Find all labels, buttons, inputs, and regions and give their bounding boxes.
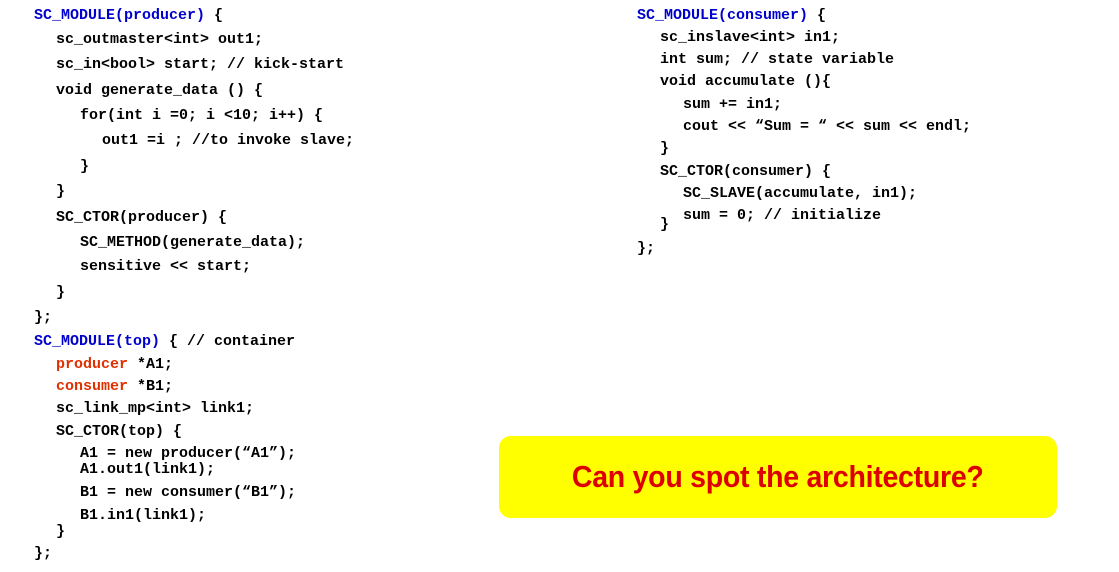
code-line: cout << “Sum = “ << sum << endl; (683, 118, 972, 135)
code-line: } (56, 183, 66, 200)
callout-text: Can you spot the architecture? (572, 459, 984, 494)
code-line: void generate_data () { (56, 82, 264, 99)
code-line: } (56, 284, 66, 301)
code-line: SC_METHOD(generate_data); (80, 234, 306, 251)
code-text: { (205, 7, 224, 24)
code-line: }; (34, 309, 53, 326)
code-line: } (56, 523, 66, 540)
code-line: producer *A1; (56, 356, 173, 374)
code-text: { (808, 7, 827, 24)
code-line: SC_MODULE(producer) { (34, 7, 223, 25)
code-line: SC_SLAVE(accumulate, in1); (683, 185, 918, 202)
code-line: SC_CTOR(consumer) { (660, 163, 832, 180)
code-line: B1 = new consumer(“B1”); (80, 484, 297, 501)
code-line: }; (34, 545, 53, 562)
code-line: } (660, 140, 670, 157)
instance-type: producer (56, 356, 129, 373)
code-line: sum += in1; (683, 96, 783, 113)
code-line: int sum; // state variable (660, 51, 895, 68)
code-text: *B1; (128, 378, 174, 395)
code-line: SC_MODULE(consumer) { (637, 7, 826, 25)
code-line: sc_inslave<int> in1; (660, 29, 841, 46)
code-line: B1.in1(link1); (80, 507, 207, 524)
code-line: sc_outmaster<int> out1; (56, 31, 264, 48)
module-keyword: SC_MODULE(top) (34, 333, 161, 350)
code-line: sc_link_mp<int> link1; (56, 400, 255, 417)
instance-type: consumer (56, 378, 129, 395)
code-line: sum = 0; // initialize (683, 207, 882, 224)
code-line: SC_CTOR(top) { (56, 423, 183, 440)
module-keyword: SC_MODULE(producer) (34, 7, 206, 24)
code-line: consumer *B1; (56, 378, 173, 396)
code-line: void accumulate (){ (660, 73, 832, 90)
code-line: } (660, 216, 670, 233)
code-line: A1.out1(link1); (80, 461, 216, 478)
code-line: for(int i =0; i <10; i++) { (80, 107, 324, 124)
code-line: sensitive << start; (80, 258, 252, 275)
module-keyword: SC_MODULE(consumer) (637, 7, 809, 24)
callout-box: Can you spot the architecture? (499, 436, 1057, 518)
code-line: }; (637, 240, 656, 257)
code-line: } (80, 158, 90, 175)
code-line: SC_MODULE(top) { // container (34, 333, 295, 351)
code-text: *A1; (128, 356, 174, 373)
code-line: SC_CTOR(producer) { (56, 209, 228, 226)
code-line: sc_in<bool> start; // kick-start (56, 56, 345, 73)
code-text: { // container (160, 333, 296, 350)
code-line: out1 =i ; //to invoke slave; (102, 132, 355, 149)
